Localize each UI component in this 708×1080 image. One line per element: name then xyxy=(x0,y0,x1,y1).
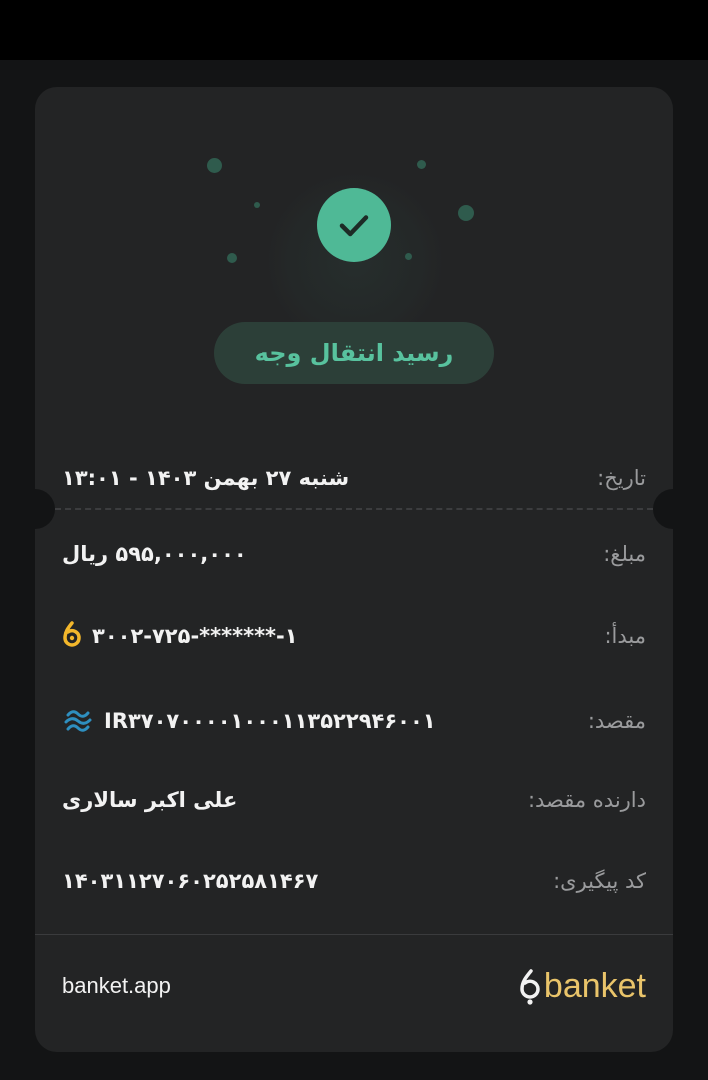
holder-row: دارنده مقصد: علی اکبر سالاری xyxy=(62,780,646,820)
tracking-row: کد پیگیری: ۱۴۰۳۱۱۲۷۰۶۰۲۵۲۵۸۱۴۶۷ xyxy=(62,861,646,901)
banket-coin-icon xyxy=(62,621,82,651)
website-link[interactable]: banket.app xyxy=(62,973,171,999)
tracking-text: ۱۴۰۳۱۱۲۷۰۶۰۲۵۲۵۸۱۴۶۷ xyxy=(62,869,319,893)
decorative-dot xyxy=(207,158,222,173)
tracking-label: کد پیگیری: xyxy=(553,869,646,893)
receipt-title: رسید انتقال وجه xyxy=(214,322,494,384)
dashed-separator xyxy=(55,508,653,510)
holder-value: علی اکبر سالاری xyxy=(62,788,237,812)
decorative-dot xyxy=(458,205,474,221)
holder-text: علی اکبر سالاری xyxy=(62,788,238,812)
decorative-dot xyxy=(417,160,426,169)
decorative-dot xyxy=(254,202,260,208)
date-row: تاریخ: شنبه ۲۷ بهمن ۱۴۰۳ - ۱۳:۰۱ xyxy=(62,458,646,498)
bank-logo-icon xyxy=(62,705,94,737)
source-text: ۳۰۰۲-۷۲۵-*******-۱ xyxy=(92,624,298,648)
banket-logo-icon xyxy=(518,968,542,1006)
ticket-notch-left xyxy=(35,489,55,529)
decorative-dot xyxy=(405,253,412,260)
destination-label: مقصد: xyxy=(587,709,646,733)
destination-row: مقصد: IR۳۷۰۷۰۰۰۰۱۰۰۰۱۱۳۵۲۲۹۴۶۰۰۱ xyxy=(62,701,646,741)
destination-text: IR۳۷۰۷۰۰۰۰۱۰۰۰۱۱۳۵۲۲۹۴۶۰۰۱ xyxy=(104,709,436,733)
amount-text: ۵۹۵,۰۰۰,۰۰۰ ریال xyxy=(62,542,247,566)
source-value: ۳۰۰۲-۷۲۵-*******-۱ xyxy=(62,621,298,651)
receipt-card: رسید انتقال وجه تاریخ: شنبه ۲۷ بهمن ۱۴۰۳… xyxy=(35,87,673,1052)
source-label: مبدأ: xyxy=(604,624,646,648)
brand-logo: banket xyxy=(518,967,646,1006)
source-row: مبدأ: ۳۰۰۲-۷۲۵-*******-۱ xyxy=(62,616,646,656)
holder-label: دارنده مقصد: xyxy=(527,788,646,812)
footer-divider xyxy=(35,934,673,935)
amount-value: ۵۹۵,۰۰۰,۰۰۰ ریال xyxy=(62,542,247,566)
success-check-icon xyxy=(317,188,391,262)
tracking-value: ۱۴۰۳۱۱۲۷۰۶۰۲۵۲۵۸۱۴۶۷ xyxy=(62,869,318,893)
brand-name: banket xyxy=(543,967,646,1005)
destination-value: IR۳۷۰۷۰۰۰۰۱۰۰۰۱۱۳۵۲۲۹۴۶۰۰۱ xyxy=(62,705,436,737)
date-text: شنبه ۲۷ بهمن ۱۴۰۳ - ۱۳:۰۱ xyxy=(62,466,350,490)
date-value: شنبه ۲۷ بهمن ۱۴۰۳ - ۱۳:۰۱ xyxy=(62,466,349,490)
status-bar xyxy=(0,0,708,60)
decorative-dot xyxy=(227,253,237,263)
amount-row: مبلغ: ۵۹۵,۰۰۰,۰۰۰ ریال xyxy=(62,534,646,574)
ticket-notch-right xyxy=(653,489,673,529)
amount-label: مبلغ: xyxy=(603,542,646,566)
date-label: تاریخ: xyxy=(597,466,646,490)
